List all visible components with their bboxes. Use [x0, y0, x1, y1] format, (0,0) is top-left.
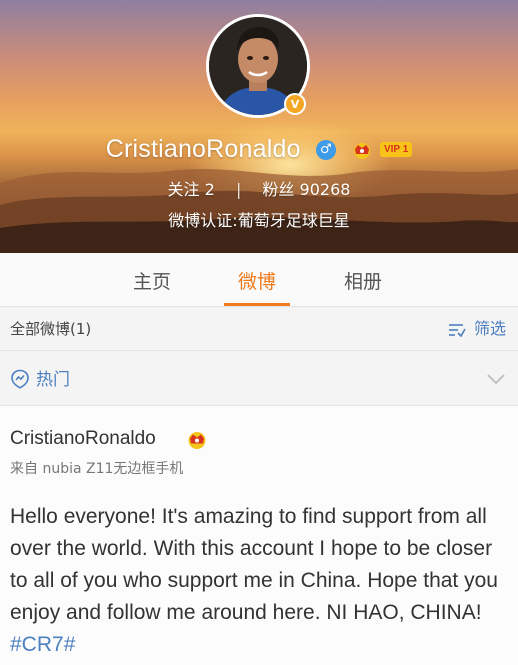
profile-cover: V CristianoRonaldo ♂ VIP 1 关注 2 | 粉丝 902… — [0, 0, 518, 253]
verification-text: 微博认证:葡萄牙足球巨星 — [168, 211, 350, 230]
tab-weibo[interactable]: 微博 — [222, 253, 292, 307]
follow-stat[interactable]: 关注 2 — [168, 180, 215, 199]
profile-stats: 关注 2 | 粉丝 90268 — [0, 176, 518, 200]
fans-stat[interactable]: 粉丝 90268 — [262, 180, 350, 199]
weibo-post[interactable]: CristianoRonaldo 来自 nubia Z11无边框手机 Hello… — [0, 406, 518, 665]
profile-name-row: CristianoRonaldo ♂ VIP 1 — [0, 135, 518, 165]
male-symbol-icon: ♂ — [315, 139, 336, 160]
filter-icon — [448, 323, 466, 337]
fans-count: 90268 — [299, 180, 351, 199]
filter-label: 筛选 — [473, 319, 506, 338]
tab-album[interactable]: 相册 — [328, 253, 398, 307]
crown-icon — [353, 142, 370, 159]
fans-label: 粉丝 — [262, 180, 295, 199]
follow-label: 关注 — [167, 180, 200, 199]
profile-tabs: 主页 微博 相册 — [0, 253, 518, 307]
verified-badge-icon: V — [284, 93, 306, 115]
stats-separator: | — [235, 180, 242, 199]
post-hashtag[interactable]: #CR7# — [10, 633, 75, 656]
post-text-content: Hello everyone! It's amazing to find sup… — [10, 505, 498, 624]
filter-button[interactable]: 筛选 — [448, 307, 506, 351]
all-weibo-label[interactable]: 全部微博(1) — [10, 307, 91, 351]
profile-name: CristianoRonaldo — [105, 135, 301, 163]
chevron-down-icon[interactable] — [486, 372, 506, 386]
vip-badge[interactable]: VIP 1 — [379, 142, 413, 157]
crown-icon — [188, 432, 206, 449]
post-author[interactable]: CristianoRonaldo — [10, 428, 156, 450]
post-source: 来自 nubia Z11无边框手机 — [10, 461, 184, 477]
follow-count: 2 — [204, 180, 215, 199]
hot-label: 热门 — [36, 370, 70, 390]
profile-page: V CristianoRonaldo ♂ VIP 1 关注 2 | 粉丝 902… — [0, 0, 518, 665]
hot-row[interactable]: 热门 — [0, 352, 518, 406]
post-text: Hello everyone! It's amazing to find sup… — [10, 501, 510, 661]
filter-bar: 全部微博(1) 筛选 — [0, 307, 518, 351]
tab-home[interactable]: 主页 — [117, 253, 187, 307]
tab-active-indicator — [224, 303, 290, 306]
hot-location-icon — [11, 369, 29, 389]
